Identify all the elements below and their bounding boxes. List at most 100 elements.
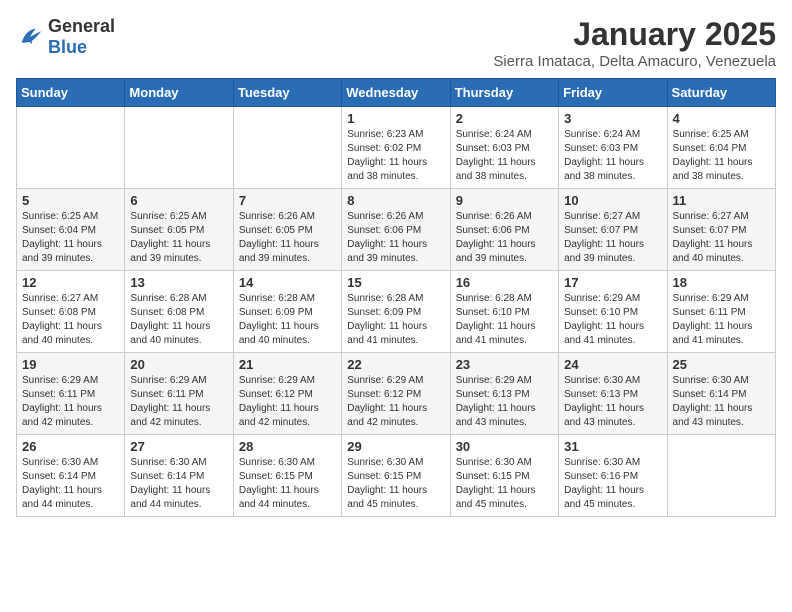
day-number: 11	[673, 193, 770, 208]
page-header: General Blue January 2025 Sierra Imataca…	[16, 16, 776, 70]
calendar-subtitle: Sierra Imataca, Delta Amacuro, Venezuela	[493, 53, 776, 70]
day-number: 16	[456, 275, 553, 290]
day-info: Sunrise: 6:23 AM Sunset: 6:02 PM Dayligh…	[347, 128, 444, 184]
calendar-day-cell	[233, 107, 341, 189]
day-info: Sunrise: 6:28 AM Sunset: 6:09 PM Dayligh…	[239, 292, 336, 348]
calendar-day-cell: 27 Sunrise: 6:30 AM Sunset: 6:14 PM Dayli…	[125, 435, 233, 517]
day-info: Sunrise: 6:25 AM Sunset: 6:05 PM Dayligh…	[130, 210, 227, 266]
day-number: 17	[564, 275, 661, 290]
day-info: Sunrise: 6:27 AM Sunset: 6:07 PM Dayligh…	[673, 210, 770, 266]
calendar-day-cell: 16 Sunrise: 6:28 AM Sunset: 6:10 PM Dayli…	[450, 271, 558, 353]
day-info: Sunrise: 6:25 AM Sunset: 6:04 PM Dayligh…	[22, 210, 119, 266]
calendar-day-cell: 17 Sunrise: 6:29 AM Sunset: 6:10 PM Dayli…	[559, 271, 667, 353]
day-of-week-header: Friday	[559, 79, 667, 107]
day-info: Sunrise: 6:26 AM Sunset: 6:05 PM Dayligh…	[239, 210, 336, 266]
day-number: 6	[130, 193, 227, 208]
logo: General Blue	[16, 16, 115, 58]
day-number: 23	[456, 357, 553, 372]
calendar-day-cell: 13 Sunrise: 6:28 AM Sunset: 6:08 PM Dayli…	[125, 271, 233, 353]
calendar-day-cell: 9 Sunrise: 6:26 AM Sunset: 6:06 PM Daylig…	[450, 189, 558, 271]
day-number: 29	[347, 439, 444, 454]
day-of-week-header: Monday	[125, 79, 233, 107]
day-number: 27	[130, 439, 227, 454]
day-info: Sunrise: 6:30 AM Sunset: 6:14 PM Dayligh…	[130, 456, 227, 512]
day-info: Sunrise: 6:29 AM Sunset: 6:10 PM Dayligh…	[564, 292, 661, 348]
day-number: 19	[22, 357, 119, 372]
day-info: Sunrise: 6:28 AM Sunset: 6:08 PM Dayligh…	[130, 292, 227, 348]
day-info: Sunrise: 6:27 AM Sunset: 6:08 PM Dayligh…	[22, 292, 119, 348]
calendar-day-cell: 6 Sunrise: 6:25 AM Sunset: 6:05 PM Daylig…	[125, 189, 233, 271]
calendar-day-cell: 2 Sunrise: 6:24 AM Sunset: 6:03 PM Daylig…	[450, 107, 558, 189]
calendar-day-cell: 3 Sunrise: 6:24 AM Sunset: 6:03 PM Daylig…	[559, 107, 667, 189]
day-number: 15	[347, 275, 444, 290]
day-info: Sunrise: 6:28 AM Sunset: 6:09 PM Dayligh…	[347, 292, 444, 348]
day-info: Sunrise: 6:30 AM Sunset: 6:14 PM Dayligh…	[22, 456, 119, 512]
calendar-day-cell: 5 Sunrise: 6:25 AM Sunset: 6:04 PM Daylig…	[17, 189, 125, 271]
day-number: 3	[564, 111, 661, 126]
calendar-week-row: 1 Sunrise: 6:23 AM Sunset: 6:02 PM Daylig…	[17, 107, 776, 189]
day-of-week-header: Saturday	[667, 79, 775, 107]
calendar-day-cell: 18 Sunrise: 6:29 AM Sunset: 6:11 PM Dayli…	[667, 271, 775, 353]
calendar-day-cell: 1 Sunrise: 6:23 AM Sunset: 6:02 PM Daylig…	[342, 107, 450, 189]
day-number: 9	[456, 193, 553, 208]
day-number: 28	[239, 439, 336, 454]
day-info: Sunrise: 6:29 AM Sunset: 6:11 PM Dayligh…	[130, 374, 227, 430]
day-info: Sunrise: 6:30 AM Sunset: 6:16 PM Dayligh…	[564, 456, 661, 512]
day-number: 4	[673, 111, 770, 126]
day-number: 22	[347, 357, 444, 372]
day-info: Sunrise: 6:26 AM Sunset: 6:06 PM Dayligh…	[456, 210, 553, 266]
logo-blue-text: Blue	[48, 37, 87, 57]
day-info: Sunrise: 6:26 AM Sunset: 6:06 PM Dayligh…	[347, 210, 444, 266]
calendar-day-cell: 20Sunrise: 6:29 AM Sunset: 6:11 PM Dayli…	[125, 353, 233, 435]
calendar-day-cell: 11 Sunrise: 6:27 AM Sunset: 6:07 PM Dayli…	[667, 189, 775, 271]
day-info: Sunrise: 6:24 AM Sunset: 6:03 PM Dayligh…	[564, 128, 661, 184]
calendar-day-cell: 7 Sunrise: 6:26 AM Sunset: 6:05 PM Daylig…	[233, 189, 341, 271]
calendar-day-cell: 22 Sunrise: 6:29 AM Sunset: 6:12 PM Dayli…	[342, 353, 450, 435]
day-info: Sunrise: 6:30 AM Sunset: 6:13 PM Dayligh…	[564, 374, 661, 430]
day-info: Sunrise: 6:27 AM Sunset: 6:07 PM Dayligh…	[564, 210, 661, 266]
calendar-week-row: 26Sunrise: 6:30 AM Sunset: 6:14 PM Dayli…	[17, 435, 776, 517]
day-number: 21	[239, 357, 336, 372]
day-info: Sunrise: 6:24 AM Sunset: 6:03 PM Dayligh…	[456, 128, 553, 184]
calendar-week-row: 19 Sunrise: 6:29 AM Sunset: 6:11 PM Dayli…	[17, 353, 776, 435]
calendar-day-cell: 30 Sunrise: 6:30 AM Sunset: 6:15 PM Dayli…	[450, 435, 558, 517]
day-info: Sunrise: 6:29 AM Sunset: 6:11 PM Dayligh…	[673, 292, 770, 348]
calendar-day-cell: 31Sunrise: 6:30 AM Sunset: 6:16 PM Dayli…	[559, 435, 667, 517]
day-info: Sunrise: 6:30 AM Sunset: 6:15 PM Dayligh…	[456, 456, 553, 512]
calendar-week-row: 5 Sunrise: 6:25 AM Sunset: 6:04 PM Daylig…	[17, 189, 776, 271]
calendar-day-cell: 15 Sunrise: 6:28 AM Sunset: 6:09 PM Dayli…	[342, 271, 450, 353]
day-number: 25	[673, 357, 770, 372]
calendar-day-cell: 28Sunrise: 6:30 AM Sunset: 6:15 PM Dayli…	[233, 435, 341, 517]
day-number: 5	[22, 193, 119, 208]
calendar-day-cell: 12 Sunrise: 6:27 AM Sunset: 6:08 PM Dayli…	[17, 271, 125, 353]
logo-bird-icon	[16, 23, 44, 51]
day-number: 10	[564, 193, 661, 208]
calendar-day-cell: 19Sunrise: 6:29 AM Sunset: 6:11 PM Dayli…	[17, 353, 125, 435]
logo-general-text: General	[48, 16, 115, 36]
calendar-day-cell: 23Sunrise: 6:29 AM Sunset: 6:13 PM Dayli…	[450, 353, 558, 435]
day-info: Sunrise: 6:28 AM Sunset: 6:10 PM Dayligh…	[456, 292, 553, 348]
day-number: 1	[347, 111, 444, 126]
calendar-table: SundayMondayTuesdayWednesdayThursdayFrid…	[16, 78, 776, 517]
day-number: 2	[456, 111, 553, 126]
day-number: 30	[456, 439, 553, 454]
day-info: Sunrise: 6:25 AM Sunset: 6:04 PM Dayligh…	[673, 128, 770, 184]
day-number: 12	[22, 275, 119, 290]
calendar-day-cell	[17, 107, 125, 189]
calendar-day-cell: 21 Sunrise: 6:29 AM Sunset: 6:12 PM Dayli…	[233, 353, 341, 435]
day-number: 13	[130, 275, 227, 290]
day-info: Sunrise: 6:29 AM Sunset: 6:12 PM Dayligh…	[239, 374, 336, 430]
calendar-day-cell: 29Sunrise: 6:30 AM Sunset: 6:15 PM Dayli…	[342, 435, 450, 517]
calendar-header-row: SundayMondayTuesdayWednesdayThursdayFrid…	[17, 79, 776, 107]
day-info: Sunrise: 6:29 AM Sunset: 6:12 PM Dayligh…	[347, 374, 444, 430]
calendar-day-cell: 14Sunrise: 6:28 AM Sunset: 6:09 PM Dayli…	[233, 271, 341, 353]
day-of-week-header: Wednesday	[342, 79, 450, 107]
calendar-day-cell: 26Sunrise: 6:30 AM Sunset: 6:14 PM Dayli…	[17, 435, 125, 517]
day-number: 24	[564, 357, 661, 372]
calendar-day-cell: 24 Sunrise: 6:30 AM Sunset: 6:13 PM Dayli…	[559, 353, 667, 435]
calendar-day-cell	[667, 435, 775, 517]
day-of-week-header: Thursday	[450, 79, 558, 107]
day-number: 7	[239, 193, 336, 208]
day-number: 18	[673, 275, 770, 290]
calendar-day-cell	[125, 107, 233, 189]
